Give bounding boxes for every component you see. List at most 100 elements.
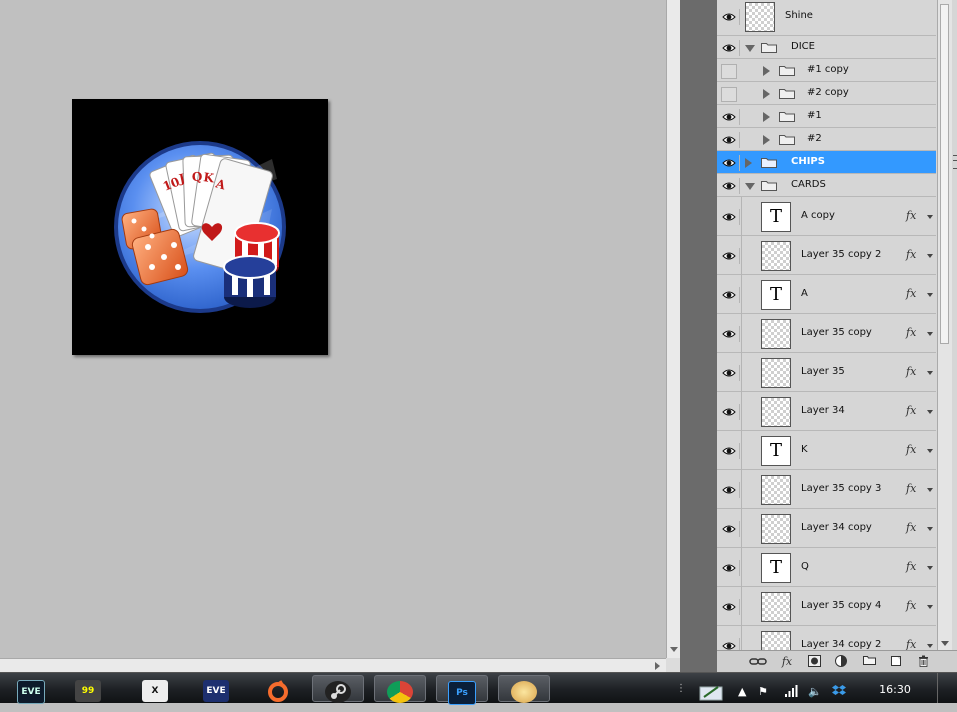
- layer-row-cards[interactable]: CARDS: [717, 174, 936, 197]
- taskbar-button-paint[interactable]: [498, 675, 550, 703]
- layer-name[interactable]: Layer 34: [801, 405, 845, 416]
- layer-name[interactable]: A: [801, 288, 808, 299]
- expand-triangle-right-icon[interactable]: [763, 66, 770, 76]
- eye-icon[interactable]: [719, 560, 740, 576]
- layer-name[interactable]: DICE: [791, 41, 815, 52]
- show-desktop-button[interactable]: [937, 673, 957, 703]
- layer-effects-fx-icon[interactable]: fx: [906, 326, 916, 339]
- layer-row-l35c4[interactable]: Layer 35 copy 4 fx: [717, 587, 936, 626]
- group-folder-icon[interactable]: [862, 655, 876, 668]
- layers-scroll-thumb[interactable]: [940, 4, 949, 344]
- canvas-vertical-scrollbar[interactable]: [666, 0, 681, 658]
- scroll-down-arrow-icon[interactable]: [670, 647, 678, 652]
- eye-icon[interactable]: [719, 178, 740, 194]
- effects-expand-arrow-icon[interactable]: [927, 293, 933, 297]
- eye-icon[interactable]: [719, 638, 740, 650]
- taskbar-button-steam[interactable]: [312, 675, 364, 703]
- eye-icon[interactable]: [719, 9, 740, 25]
- layer-effects-fx-icon[interactable]: fx: [906, 209, 916, 222]
- expand-triangle-right-icon[interactable]: [763, 112, 770, 122]
- fx-icon[interactable]: fx: [779, 655, 795, 668]
- taskbar-button-eve[interactable]: EVE: [5, 675, 57, 704]
- layer-name[interactable]: K: [801, 444, 808, 455]
- taskbar-button-origin[interactable]: [252, 675, 304, 702]
- mask-icon[interactable]: [807, 655, 821, 668]
- tray-expand-icon[interactable]: ▲: [738, 685, 746, 698]
- visibility-toggle-empty[interactable]: [721, 87, 737, 102]
- layer-name[interactable]: #1: [807, 110, 822, 121]
- eye-icon[interactable]: [719, 287, 740, 303]
- layer-name[interactable]: #2 copy: [807, 87, 849, 98]
- effects-expand-arrow-icon[interactable]: [927, 215, 933, 219]
- layers-list[interactable]: Shine DICE #1 copy #2 copy #1 #2 CHIPS CARDS T A …: [717, 0, 936, 650]
- expand-triangle-down-icon[interactable]: [745, 45, 755, 52]
- expand-triangle-right-icon[interactable]: [763, 135, 770, 145]
- layer-row-l34c[interactable]: Layer 34 copy fx: [717, 509, 936, 548]
- taskbar-button-eve-online[interactable]: EVE: [190, 675, 242, 702]
- layer-row-l34c2[interactable]: Layer 34 copy 2 fx: [717, 626, 936, 650]
- tray-pen-app-icon[interactable]: [696, 683, 726, 701]
- expand-triangle-right-icon[interactable]: [763, 89, 770, 99]
- layer-effects-fx-icon[interactable]: fx: [906, 248, 916, 261]
- layer-row-a-copy[interactable]: T A copy fx: [717, 197, 936, 236]
- eye-icon[interactable]: [719, 365, 740, 381]
- effects-expand-arrow-icon[interactable]: [927, 488, 933, 492]
- layer-row-shine[interactable]: Shine: [717, 0, 936, 36]
- eye-icon[interactable]: [719, 209, 740, 225]
- layer-name[interactable]: Layer 35 copy 4: [801, 600, 881, 611]
- layer-row-two[interactable]: #2: [717, 128, 936, 151]
- layers-scrollbar[interactable]: [937, 0, 952, 650]
- layer-effects-fx-icon[interactable]: fx: [906, 638, 916, 650]
- layer-name[interactable]: Layer 35 copy 2: [801, 249, 881, 260]
- layer-effects-fx-icon[interactable]: fx: [906, 482, 916, 495]
- layer-row-one[interactable]: #1: [717, 105, 936, 128]
- layer-row-l34[interactable]: Layer 34 fx: [717, 392, 936, 431]
- effects-expand-arrow-icon[interactable]: [927, 449, 933, 453]
- layer-row-l35c[interactable]: Layer 35 copy fx: [717, 314, 936, 353]
- layer-effects-fx-icon[interactable]: fx: [906, 560, 916, 573]
- layer-name[interactable]: Layer 35: [801, 366, 845, 377]
- effects-expand-arrow-icon[interactable]: [927, 332, 933, 336]
- eye-icon[interactable]: [719, 248, 740, 264]
- effects-expand-arrow-icon[interactable]: [927, 410, 933, 414]
- effects-expand-arrow-icon[interactable]: [927, 254, 933, 258]
- eye-icon[interactable]: [719, 404, 740, 420]
- layer-effects-fx-icon[interactable]: fx: [906, 443, 916, 456]
- layer-name[interactable]: Q: [801, 561, 809, 572]
- tray-dropbox-icon[interactable]: [832, 684, 846, 701]
- document-canvas-area[interactable]: 10 J Q K A: [0, 0, 666, 658]
- layer-effects-fx-icon[interactable]: fx: [906, 404, 916, 417]
- eye-icon[interactable]: [719, 599, 740, 615]
- canvas-horizontal-scrollbar[interactable]: [0, 658, 666, 673]
- eye-icon[interactable]: [719, 132, 740, 148]
- layer-name[interactable]: Layer 34 copy 2: [801, 639, 881, 650]
- eye-icon[interactable]: [719, 521, 740, 537]
- layer-row-q[interactable]: T Qfx: [717, 548, 936, 587]
- tray-flag-icon[interactable]: ⚑: [758, 685, 768, 698]
- layer-name[interactable]: #2: [807, 133, 822, 144]
- layer-row-k[interactable]: T Kfx: [717, 431, 936, 470]
- layer-name[interactable]: #1 copy: [807, 64, 849, 75]
- eye-icon[interactable]: [719, 40, 740, 56]
- layer-effects-fx-icon[interactable]: fx: [906, 599, 916, 612]
- panel-menu-grip-icon[interactable]: [953, 155, 957, 169]
- tray-network-icon[interactable]: [784, 685, 798, 700]
- layer-name[interactable]: Layer 34 copy: [801, 522, 872, 533]
- layer-row-l35c2[interactable]: Layer 35 copy 2 fx: [717, 236, 936, 275]
- eye-icon[interactable]: [719, 155, 740, 171]
- layer-row-one-copy[interactable]: #1 copy: [717, 59, 936, 82]
- new-layer-icon[interactable]: [889, 655, 903, 668]
- taskbar-button-chrome[interactable]: [374, 675, 426, 703]
- layer-name[interactable]: CHIPS: [791, 156, 825, 167]
- layer-name[interactable]: A copy: [801, 210, 835, 221]
- layers-scroll-down-icon[interactable]: [941, 641, 949, 646]
- tray-volume-icon[interactable]: 🔈: [808, 685, 822, 698]
- eye-icon[interactable]: [719, 443, 740, 459]
- layer-row-chips[interactable]: CHIPS: [717, 151, 936, 174]
- scroll-right-arrow-icon[interactable]: [655, 662, 660, 670]
- eye-icon[interactable]: [719, 482, 740, 498]
- eye-icon[interactable]: [719, 326, 740, 342]
- layer-row-two-copy[interactable]: #2 copy: [717, 82, 936, 105]
- expand-triangle-right-icon[interactable]: [745, 158, 752, 168]
- expand-triangle-down-icon[interactable]: [745, 183, 755, 190]
